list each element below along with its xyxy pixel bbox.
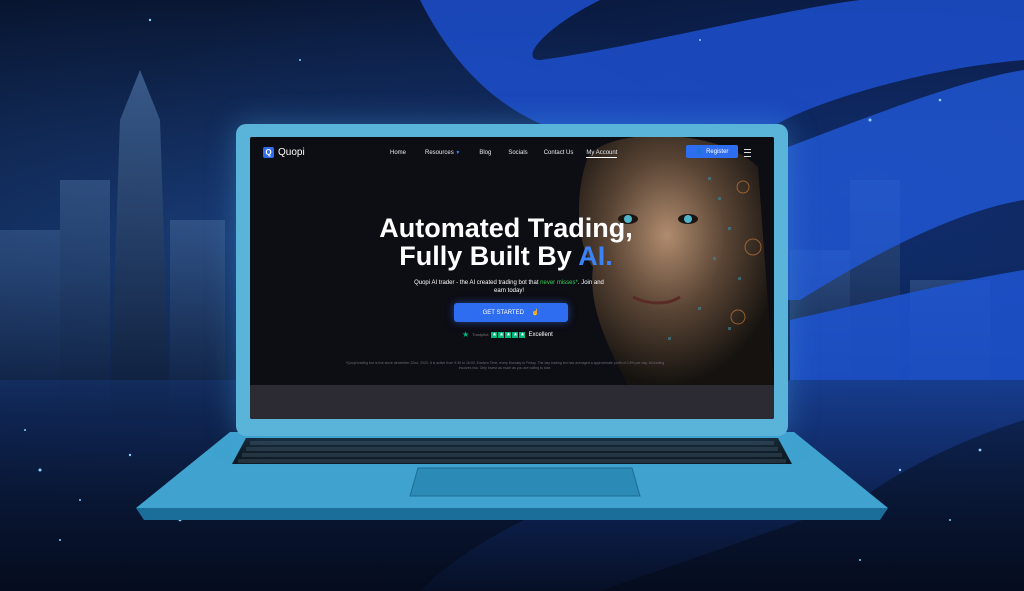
hero-subtitle: Quopi AI trader - the AI created trading… xyxy=(414,279,604,295)
hero-subtitle-text: Quopi AI trader - the AI created trading… xyxy=(414,280,541,286)
hero-title-line2-text: Fully Built By xyxy=(399,241,579,271)
trustpilot-star-icon: ★ xyxy=(462,330,470,339)
star-icon: ★ xyxy=(498,331,505,338)
next-section-strip xyxy=(250,385,774,419)
trustpilot-rating[interactable]: ★ Trustpilot ★ ★ ★ ★ ★ Excellent xyxy=(462,330,553,339)
site-logo[interactable]: Q Quopi xyxy=(263,147,305,158)
nav-resources[interactable]: Resources ▼ xyxy=(425,150,460,158)
nav-home[interactable]: Home xyxy=(390,150,406,158)
register-button[interactable]: 👤 Register xyxy=(686,145,738,158)
get-started-button[interactable]: GET STARTED ☝ xyxy=(454,303,568,322)
main-nav: Home Resources ▼ Blog Socials Contact Us… xyxy=(390,150,618,158)
star-icon: ★ xyxy=(512,331,519,338)
nav-socials[interactable]: Socials xyxy=(508,150,527,158)
chevron-down-icon: ▼ xyxy=(455,150,461,156)
pointer-click-icon: ☝ xyxy=(531,310,540,316)
trustpilot-rating-text: Excellent xyxy=(528,331,553,338)
hamburger-menu-icon[interactable] xyxy=(744,149,751,157)
nav-blog[interactable]: Blog xyxy=(479,150,491,158)
hero-title-line1: Automated Trading, xyxy=(379,213,633,243)
user-plus-icon: 👤 xyxy=(695,149,704,155)
hero-title-line2: Fully Built By AI. xyxy=(356,242,656,270)
quopi-logo-icon: Q xyxy=(263,147,274,158)
rating-stars: ★ ★ ★ ★ ★ xyxy=(491,331,526,338)
star-icon: ★ xyxy=(491,331,498,338)
hero-title: Automated Trading, Fully Built By AI. xyxy=(356,214,656,270)
get-started-label: GET STARTED xyxy=(482,309,524,316)
hero-subtitle-highlight: never misses* xyxy=(540,280,578,286)
disclaimer-text: *Quopi trading bot is live since decembe… xyxy=(345,361,665,370)
brand-name: Quopi xyxy=(278,147,305,158)
hero-title-ai: AI. xyxy=(578,241,613,271)
star-icon: ★ xyxy=(519,331,526,338)
nav-my-account[interactable]: My Account xyxy=(586,150,618,158)
nav-contact-us[interactable]: Contact Us xyxy=(544,150,574,158)
trustpilot-name: Trustpilot xyxy=(472,332,489,337)
nav-resources-label: Resources xyxy=(425,150,454,156)
register-label: Register xyxy=(706,148,729,155)
star-icon: ★ xyxy=(505,331,512,338)
laptop-screen: Q Quopi Home Resources ▼ Blog Socials Co… xyxy=(250,137,774,419)
